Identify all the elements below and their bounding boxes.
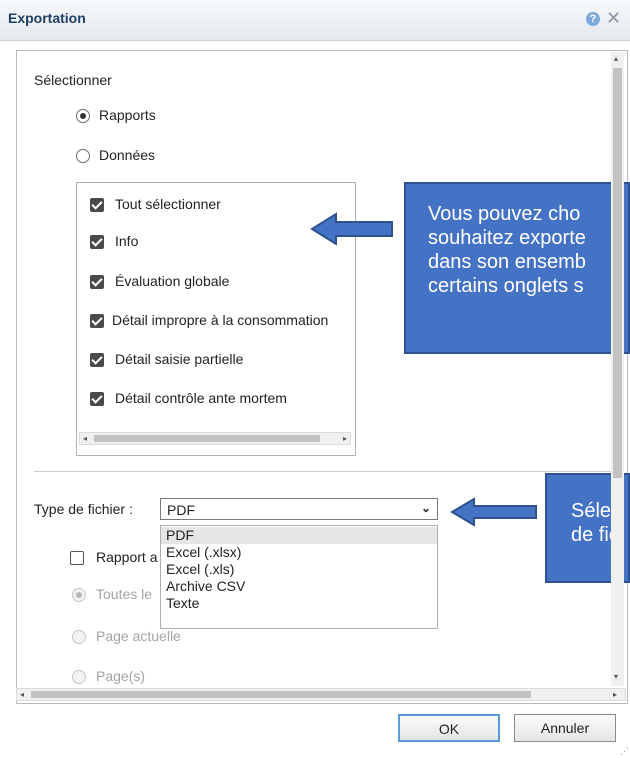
- frame-horizontal-scrollbar[interactable]: ◂ ▸: [16, 688, 626, 701]
- arrow-left-icon: [310, 212, 393, 246]
- scroll-left-icon[interactable]: ◂: [20, 690, 24, 699]
- dropdown-option-xls[interactable]: Excel (.xls): [161, 561, 437, 578]
- checkbox-partial-seizure-label[interactable]: Détail saisie partielle: [115, 351, 243, 367]
- radio-reports[interactable]: [76, 109, 90, 123]
- radio-data[interactable]: [76, 149, 90, 163]
- resize-grip-icon[interactable]: ⋰: [620, 746, 629, 757]
- checkbox-global-evaluation-label[interactable]: Évaluation globale: [115, 273, 229, 289]
- radio-all-pages-label[interactable]: Toutes le: [96, 586, 152, 602]
- frame-vertical-scroll-thumb[interactable]: [613, 68, 622, 478]
- checkbox-select-all[interactable]: [90, 198, 104, 212]
- dialog-title: Exportation: [8, 10, 86, 26]
- file-type-dropdown: PDF Excel (.xlsx) Excel (.xls) Archive C…: [160, 525, 438, 629]
- dropdown-option-text[interactable]: Texte: [161, 595, 437, 612]
- scroll-up-icon[interactable]: ▴: [614, 54, 618, 63]
- cancel-button[interactable]: Annuler: [514, 714, 616, 742]
- radio-pages-label[interactable]: Page(s): [96, 668, 145, 684]
- dropdown-option-pdf[interactable]: PDF: [161, 527, 437, 544]
- checkbox-unfit-detail-label[interactable]: Détail impropre à la consommation: [112, 312, 328, 328]
- dialog-title-bar: [0, 0, 630, 41]
- select-section-label: Sélectionner: [34, 72, 112, 88]
- radio-current-page[interactable]: [72, 630, 86, 644]
- chevron-down-icon[interactable]: ⌄: [421, 501, 431, 515]
- checkbox-info[interactable]: [90, 235, 104, 249]
- radio-all-pages[interactable]: [72, 588, 86, 602]
- checkbox-report-label[interactable]: Rapport a: [96, 549, 157, 565]
- ok-button[interactable]: OK: [398, 714, 500, 742]
- checkbox-ante-mortem-label[interactable]: Détail contrôle ante mortem: [115, 390, 287, 406]
- radio-data-label[interactable]: Données: [99, 147, 155, 163]
- dropdown-option-csv[interactable]: Archive CSV: [161, 578, 437, 595]
- file-type-select[interactable]: PDF ⌄: [160, 498, 438, 520]
- close-icon[interactable]: ✕: [606, 8, 621, 29]
- list-scroll-thumb[interactable]: [94, 435, 320, 442]
- callout-tabs-hint: Vous pouvez cho souhaitez exporte dans s…: [404, 182, 630, 354]
- help-icon[interactable]: ?: [586, 12, 600, 26]
- checkbox-report[interactable]: [70, 551, 84, 565]
- file-type-label: Type de fichier :: [34, 501, 133, 517]
- section-divider: [34, 471, 624, 472]
- callout-tabs-line-3: dans son ensemb: [428, 251, 586, 273]
- checkbox-select-all-label[interactable]: Tout sélectionner: [115, 196, 221, 212]
- scroll-right-icon[interactable]: ▸: [613, 690, 617, 699]
- checkbox-ante-mortem[interactable]: [90, 392, 104, 406]
- frame-horizontal-scroll-thumb[interactable]: [31, 691, 531, 698]
- checkbox-unfit-detail[interactable]: [90, 314, 104, 328]
- callout-tabs-line-4: certains onglets s: [428, 275, 584, 297]
- scroll-left-icon[interactable]: ◂: [83, 434, 87, 443]
- frame-vertical-scrollbar[interactable]: ▴ ▾: [611, 52, 624, 686]
- dropdown-option-xlsx[interactable]: Excel (.xlsx): [161, 544, 437, 561]
- file-type-select-value: PDF: [167, 502, 195, 518]
- checkbox-global-evaluation[interactable]: [90, 275, 104, 289]
- radio-current-page-label[interactable]: Page actuelle: [96, 628, 181, 644]
- scroll-right-icon[interactable]: ▸: [343, 434, 347, 443]
- callout-tabs-line-2: souhaitez exporte: [428, 227, 586, 249]
- scroll-down-icon[interactable]: ▾: [614, 672, 618, 681]
- radio-reports-label[interactable]: Rapports: [99, 107, 156, 123]
- arrow-left-icon: [450, 497, 537, 527]
- callout-tabs-line-1: Vous pouvez cho: [428, 203, 581, 225]
- checkbox-partial-seizure[interactable]: [90, 353, 104, 367]
- radio-pages[interactable]: [72, 670, 86, 684]
- checkbox-info-label[interactable]: Info: [115, 233, 138, 249]
- list-horizontal-scrollbar[interactable]: ◂ ▸: [79, 432, 351, 445]
